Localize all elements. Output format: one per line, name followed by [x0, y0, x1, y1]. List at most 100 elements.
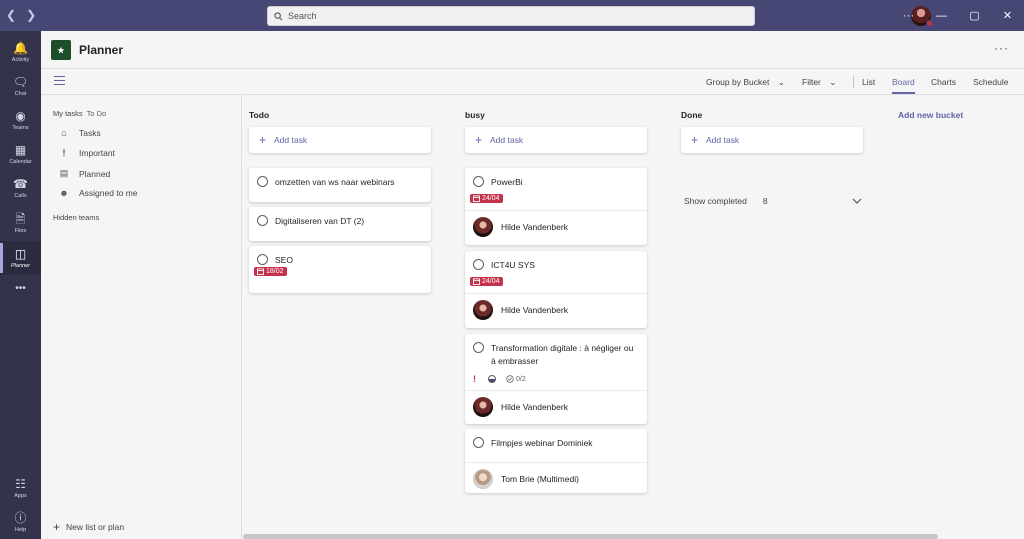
task-card[interactable]: SEO 18/02 [249, 246, 431, 293]
avatar [473, 299, 493, 320]
search-placeholder: Search [288, 11, 317, 21]
new-list-button[interactable]: + New list or plan [53, 520, 124, 534]
bucket-title-todo[interactable]: Todo [249, 110, 269, 120]
maximize-icon[interactable]: ▢ [958, 0, 991, 31]
task-card[interactable]: ICT4U SYS 24/04 Hilde Vandenberk [465, 251, 647, 328]
add-task-button[interactable]: + Add task [465, 127, 647, 153]
complete-checkbox[interactable] [473, 437, 484, 448]
exclamation-icon: ! [62, 148, 66, 158]
plus-icon: + [691, 133, 699, 147]
todo-label[interactable]: To Do [87, 109, 107, 118]
due-date: 24/04 [482, 195, 500, 202]
rail-label: Chat [14, 90, 27, 97]
task-card[interactable]: omzetten van ws naar webinars [249, 168, 431, 202]
task-card[interactable]: Filmpjes webinar Dominiek Tom Brie (Mult… [465, 429, 647, 493]
planner-icon: ◫ [14, 246, 27, 261]
left-nav: My tasks To Do ⌂ Tasks ! Important ▤ Plan… [41, 95, 242, 539]
assignee[interactable]: Hilde Vandenberk [465, 210, 647, 242]
back-arrow-icon[interactable]: ❮ [6, 8, 16, 22]
tab-charts[interactable]: Charts [931, 77, 956, 87]
complete-checkbox[interactable] [473, 259, 484, 270]
due-date-badge: 24/04 [470, 277, 503, 286]
complete-checkbox[interactable] [257, 215, 268, 226]
rail-item-files[interactable]: 🗎 Files [0, 206, 41, 240]
phone-icon: ☎ [13, 176, 28, 191]
minimize-icon[interactable]: — [925, 0, 958, 31]
task-card[interactable]: Transformation digitale : à négliger ou … [465, 334, 647, 424]
rail-item-apps[interactable]: ☷ Apps [0, 471, 41, 505]
more-options-icon[interactable]: ··· [994, 41, 1009, 55]
assignee[interactable]: Tom Brie (Multimedi) [465, 462, 647, 494]
rail-label: Calendar [9, 158, 32, 165]
apps-icon: ☷ [15, 476, 26, 491]
hamburger-icon[interactable] [54, 76, 65, 88]
rail-label: Teams [12, 124, 29, 131]
task-title: Transformation digitale : à négliger ou … [491, 343, 634, 366]
toolbar: Group by Bucket ⌄ Filter ⌄ List Board Ch… [41, 69, 1024, 95]
tab-board[interactable]: Board [892, 77, 915, 94]
forward-arrow-icon[interactable]: ❯ [26, 8, 36, 22]
teams-icon: ◉ [15, 108, 26, 123]
rail-item-planner[interactable]: ◫ Planner [0, 241, 41, 275]
task-title: Digitaliseren van DT (2) [275, 216, 365, 226]
chevron-down-icon: ⌄ [829, 77, 837, 87]
task-card[interactable]: Digitaliseren van DT (2) [249, 207, 431, 241]
rail-item-calendar[interactable]: ▦ Calendar [0, 137, 41, 171]
nav-item-label: Important [79, 148, 115, 158]
rail-item-calls[interactable]: ☎ Calls [0, 171, 41, 205]
assignee[interactable]: Hilde Vandenberk [465, 293, 647, 325]
bucket-title-busy[interactable]: busy [465, 110, 485, 120]
horizontal-scrollbar[interactable] [243, 534, 938, 539]
filter-dropdown[interactable]: Filter ⌄ [802, 77, 836, 88]
task-title: PowerBi [491, 177, 523, 187]
group-by-dropdown[interactable]: Group by Bucket ⌄ [706, 77, 785, 88]
house-icon: ⌂ [61, 128, 67, 138]
calendar-icon: ▦ [14, 142, 27, 157]
tab-list[interactable]: List [862, 77, 875, 87]
chevron-down-icon [852, 196, 862, 206]
show-completed-label: Show completed [684, 196, 747, 206]
file-icon: 🗎 [15, 211, 26, 226]
more-icon[interactable]: ··· [892, 0, 925, 31]
assignee[interactable]: Hilde Vandenberk [465, 390, 647, 422]
checklist-indicator: 0/2 [506, 375, 526, 383]
task-title: omzetten van ws naar webinars [275, 177, 395, 187]
complete-checkbox[interactable] [473, 176, 484, 187]
complete-checkbox[interactable] [257, 254, 268, 265]
nav-item-important[interactable]: ! Important [57, 148, 115, 158]
rail-item-chat[interactable]: 🗨 Chat [0, 69, 41, 103]
close-icon[interactable]: ✕ [991, 0, 1024, 31]
add-task-button[interactable]: + Add task [249, 127, 431, 153]
tab-schedule[interactable]: Schedule [973, 77, 1008, 87]
bucket-title-done[interactable]: Done [681, 110, 702, 120]
nav-item-tasks[interactable]: ⌂ Tasks [57, 128, 101, 138]
progress-half-icon [488, 375, 496, 383]
task-card[interactable]: PowerBi 24/04 Hilde Vandenberk [465, 168, 647, 245]
plus-icon: + [53, 520, 61, 534]
add-task-button[interactable]: + Add task [681, 127, 863, 153]
add-task-label: Add task [490, 135, 524, 145]
hidden-teams-label[interactable]: Hidden teams [53, 213, 99, 222]
completed-count: 8 [762, 196, 768, 206]
nav-item-planned[interactable]: ▤ Planned [57, 168, 110, 179]
assignee-name: Hilde Vandenberk [501, 221, 568, 232]
search-input[interactable]: Search [267, 6, 755, 26]
assignee-name: Hilde Vandenberk [501, 304, 568, 315]
complete-checkbox[interactable] [473, 342, 484, 353]
nav-item-assigned[interactable]: ☻ Assigned to me [57, 188, 137, 198]
add-new-bucket-button[interactable]: Add new bucket [898, 110, 963, 120]
complete-checkbox[interactable] [257, 176, 268, 187]
rail-item-help[interactable]: ⓘ Help [0, 505, 41, 539]
more-dots-icon: ••• [15, 282, 26, 294]
show-completed-toggle[interactable]: Show completed 8 [684, 196, 862, 206]
title-bar: ❮ ❯ Search ··· — ▢ ✕ [0, 0, 1024, 31]
nav-item-label: Tasks [79, 128, 101, 138]
rail-more-apps[interactable]: ••• [0, 279, 41, 299]
my-tasks-header: My tasks To Do [53, 109, 106, 118]
avatar [473, 396, 493, 417]
rail-item-teams[interactable]: ◉ Teams [0, 103, 41, 137]
rail-item-activity[interactable]: 🔔 Activity [0, 35, 41, 69]
nav-arrows: ❮ ❯ [6, 8, 36, 22]
priority-icon: ! [473, 374, 476, 384]
task-title: ICT4U SYS [491, 260, 535, 270]
